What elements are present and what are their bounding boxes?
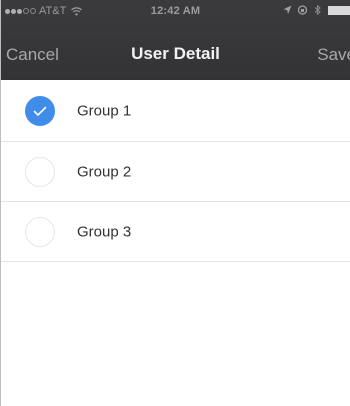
location-arrow-icon [283, 5, 292, 15]
bluetooth-icon [314, 5, 321, 15]
checkbox-unchecked-icon[interactable] [25, 216, 55, 247]
user-detail-screen: AT&T 12:42 AM Cancel User Detail Sav Gro… [0, 0, 350, 406]
group-label: Group 1 [77, 102, 132, 120]
navigation-bar: Cancel User Detail Save [1, 22, 350, 80]
group-label: Group 3 [77, 223, 132, 240]
save-button[interactable]: Save [317, 45, 350, 65]
checkbox-unchecked-icon[interactable] [25, 156, 55, 187]
orientation-lock-icon [298, 5, 307, 15]
group-list: Group 1 Group 2 Group 3 [1, 81, 350, 262]
group-row-2[interactable]: Group 2 [1, 142, 350, 202]
page-title: User Detail [131, 44, 220, 63]
group-row-1[interactable]: Group 1 [1, 81, 350, 142]
group-label: Group 2 [77, 163, 132, 180]
checkmark-checked-icon[interactable] [25, 96, 55, 126]
status-right [283, 5, 350, 15]
top-chrome: AT&T 12:42 AM Cancel User Detail Sav [1, 0, 350, 80]
battery-icon [328, 5, 350, 15]
status-bar: AT&T 12:42 AM [1, 0, 350, 22]
group-row-3[interactable]: Group 3 [1, 202, 350, 262]
